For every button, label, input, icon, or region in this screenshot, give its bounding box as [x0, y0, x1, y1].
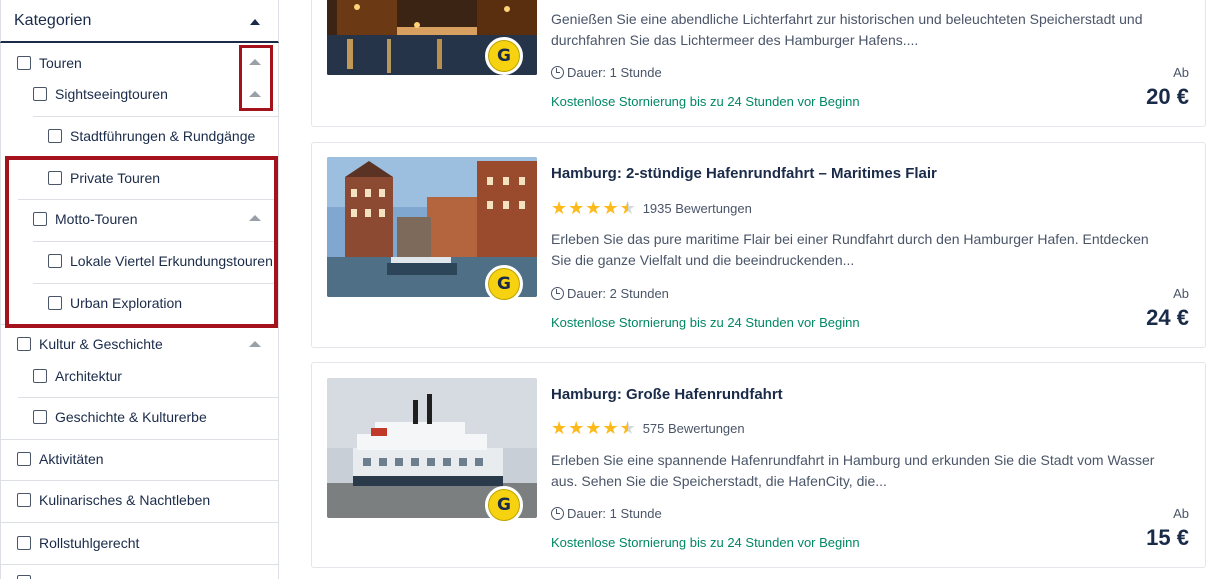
category-touren[interactable]: Touren — [17, 53, 82, 73]
divider — [0, 439, 278, 440]
category-label: Sightseeingtouren — [55, 86, 168, 102]
checkbox[interactable] — [17, 493, 31, 507]
activity-card[interactable]: G Genießen Sie eine abendliche Lichterfa… — [311, 0, 1206, 127]
star-icon: ★ — [568, 198, 585, 218]
star-icon: ★ — [585, 418, 602, 438]
activity-duration: Dauer: 2 Stunden — [551, 286, 669, 301]
highlight-box-subcategories — [5, 156, 278, 328]
review-count: 575 Bewertungen — [642, 420, 745, 436]
checkbox[interactable] — [33, 369, 47, 383]
sidebar-right-border — [278, 43, 279, 579]
category-label: Rollstuhlgerecht — [39, 535, 140, 551]
star-icon: ★ — [568, 418, 585, 438]
checkbox[interactable] — [48, 129, 62, 143]
category-label: Architektur — [55, 368, 122, 384]
clock-icon — [551, 287, 564, 300]
star-icon: ★ — [602, 418, 619, 438]
chevron-up-icon[interactable] — [249, 341, 261, 347]
activity-price: 15 € — [1146, 525, 1189, 550]
activity-duration: Dauer: 1 Stunde — [551, 65, 662, 80]
divider — [0, 522, 278, 523]
activity-card[interactable]: G Hamburg: 2-stündige Hafenrundfahrt – M… — [311, 142, 1206, 348]
star-icon: ★ — [602, 198, 619, 218]
category-stadtfuehrungen[interactable]: Stadtführungen & Rundgänge — [48, 126, 255, 146]
checkbox[interactable] — [33, 410, 47, 424]
collapse-caret-icon[interactable] — [250, 19, 260, 25]
category-sightseeingtouren[interactable]: Sightseeingtouren — [33, 84, 168, 104]
categories-header-label: Kategorien — [14, 12, 92, 29]
activity-description: Erleben Sie das pure maritime Flair bei … — [551, 231, 1149, 268]
certified-badge-icon: G — [485, 265, 523, 303]
category-kultur-geschichte[interactable]: Kultur & Geschichte — [17, 334, 163, 354]
sidebar-left-border — [0, 43, 1, 579]
category-label: Stadtführungen & Rundgänge — [70, 128, 256, 144]
divider — [0, 480, 278, 481]
duration-text: Dauer: 1 Stunde — [567, 506, 662, 521]
checkbox[interactable] — [17, 337, 31, 351]
free-cancellation-text: Kostenlose Stornierung bis zu 24 Stunden… — [551, 315, 860, 330]
checkbox[interactable] — [17, 575, 31, 579]
category-geschichte-kulturerbe[interactable]: Geschichte & Kulturerbe — [33, 407, 207, 427]
category-label: Touren — [39, 55, 82, 71]
category-label: Geschichte & Kulturerbe — [55, 409, 207, 425]
price-prefix: Ab — [1173, 65, 1189, 80]
checkbox[interactable] — [17, 452, 31, 466]
divider — [18, 397, 278, 398]
activity-title[interactable]: Hamburg: 2-stündige Hafenrundfahrt – Mar… — [551, 165, 937, 182]
half-star-icon: ★ — [619, 418, 636, 438]
free-cancellation-text: Kostenlose Stornierung bis zu 24 Stunden… — [551, 535, 860, 550]
rating: ★ ★ ★ ★ ★ 1935 Bewertungen — [551, 199, 752, 217]
price-prefix: Ab — [1173, 506, 1189, 521]
category-aktivitaeten[interactable]: Aktivitäten — [17, 449, 104, 469]
checkbox[interactable] — [33, 87, 47, 101]
free-cancellation-text: Kostenlose Stornierung bis zu 24 Stunden… — [551, 94, 860, 109]
duration-text: Dauer: 1 Stunde — [567, 65, 662, 80]
clock-icon — [551, 507, 564, 520]
price-prefix: Ab — [1173, 286, 1189, 301]
divider — [33, 116, 278, 117]
star-icon: ★ — [551, 418, 568, 438]
activity-price: 24 € — [1146, 305, 1189, 330]
rating: ★ ★ ★ ★ ★ 575 Bewertungen — [551, 419, 745, 437]
checkbox[interactable] — [17, 536, 31, 550]
certified-badge-icon: G — [485, 486, 523, 524]
category-rollstuhlgerecht[interactable]: Rollstuhlgerecht — [17, 533, 139, 553]
divider — [0, 564, 278, 565]
star-icon: ★ — [551, 198, 568, 218]
activity-duration: Dauer: 1 Stunde — [551, 506, 662, 521]
half-star-icon: ★ — [619, 198, 636, 218]
review-count: 1935 Bewertungen — [642, 200, 752, 216]
category-partial-next[interactable] — [17, 572, 39, 579]
category-architektur[interactable]: Architektur — [33, 366, 122, 386]
checkbox[interactable] — [17, 56, 31, 70]
category-label: Kultur & Geschichte — [39, 336, 163, 352]
category-kulinarisches[interactable]: Kulinarisches & Nachtleben — [17, 490, 210, 510]
clock-icon — [551, 66, 564, 79]
category-label: Kulinarisches & Nachtleben — [39, 492, 211, 508]
activity-card[interactable]: G Hamburg: Große Hafenrundfahrt ★ ★ ★ ★ … — [311, 362, 1206, 568]
activity-description: Genießen Sie eine abendliche Lichterfahr… — [551, 11, 1143, 48]
activity-title[interactable]: Hamburg: Große Hafenrundfahrt — [551, 386, 783, 403]
duration-text: Dauer: 2 Stunden — [567, 286, 669, 301]
category-label: Aktivitäten — [39, 451, 104, 467]
star-icon: ★ — [585, 198, 602, 218]
category-sidebar: Kategorien Touren Sightseeingtouren Stad… — [0, 0, 280, 579]
activity-price: 20 € — [1146, 84, 1189, 109]
certified-badge-icon: G — [485, 37, 523, 75]
activity-description: Erleben Sie eine spannende Hafenrundfahr… — [551, 452, 1155, 489]
highlight-box-carets — [239, 45, 273, 111]
categories-header[interactable]: Kategorien — [0, 0, 279, 43]
